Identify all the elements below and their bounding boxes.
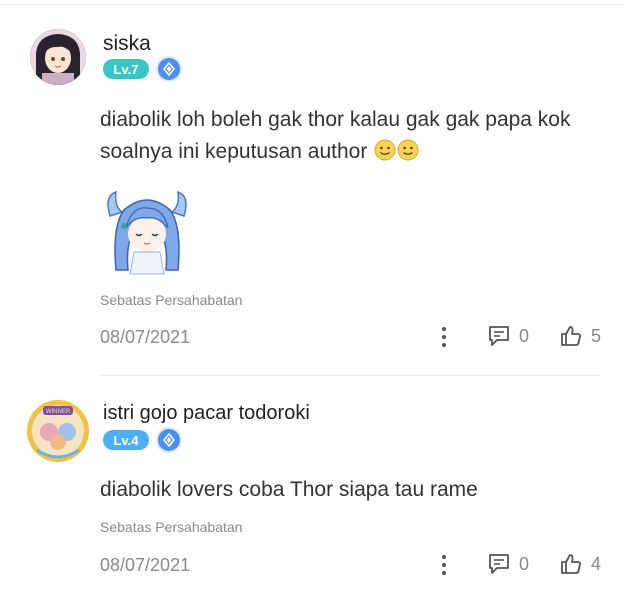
like-count: 4 — [591, 553, 602, 574]
reply-button[interactable]: 0 — [487, 324, 529, 348]
thumbs-up-icon — [561, 326, 581, 346]
comment-date: 08/07/2021 — [100, 327, 191, 347]
sticker-image[interactable] — [102, 186, 192, 276]
like-button[interactable]: 4 — [559, 552, 601, 576]
chapter-label[interactable]: Sebatas Persahabatan — [100, 292, 242, 308]
like-count: 5 — [591, 325, 602, 346]
slightly-smiling-emoji-icon — [397, 139, 419, 161]
comment-bubble-icon — [489, 326, 509, 346]
svg-text:WINNER: WINNER — [46, 409, 71, 415]
slightly-smiling-emoji-icon — [374, 139, 396, 161]
comment-text-content: diabolik loh boleh gak thor kalau gak ga… — [100, 108, 571, 163]
like-button[interactable]: 5 — [559, 324, 601, 348]
chapter-label[interactable]: Sebatas Persahabatan — [100, 519, 242, 535]
username[interactable]: siska — [103, 32, 151, 56]
comment-text: diabolik lovers coba Thor siapa tau rame — [100, 474, 600, 506]
thumbs-up-icon — [561, 554, 581, 574]
level-badge: Lv.4 — [103, 430, 149, 450]
comment-date: 08/07/2021 — [100, 555, 191, 575]
username[interactable]: istri gojo pacar todoroki — [103, 402, 310, 425]
level-badge: Lv.7 — [103, 59, 149, 79]
reply-count: 0 — [519, 553, 530, 574]
more-vertical-icon[interactable] — [440, 327, 448, 347]
avatar[interactable] — [30, 29, 86, 85]
diamond-badge-icon — [158, 429, 180, 451]
diamond-badge-icon — [158, 58, 180, 80]
comment-text-content: diabolik lovers coba Thor siapa tau rame — [100, 478, 478, 501]
reply-button[interactable]: 0 — [487, 552, 529, 576]
reply-count: 0 — [519, 325, 530, 346]
top-divider — [0, 4, 624, 5]
comment-divider — [100, 375, 600, 376]
comment-bubble-icon — [489, 554, 509, 574]
comment-text: diabolik loh boleh gak thor kalau gak ga… — [100, 104, 600, 168]
more-vertical-icon[interactable] — [440, 555, 448, 575]
avatar[interactable]: WINNER — [27, 400, 89, 462]
